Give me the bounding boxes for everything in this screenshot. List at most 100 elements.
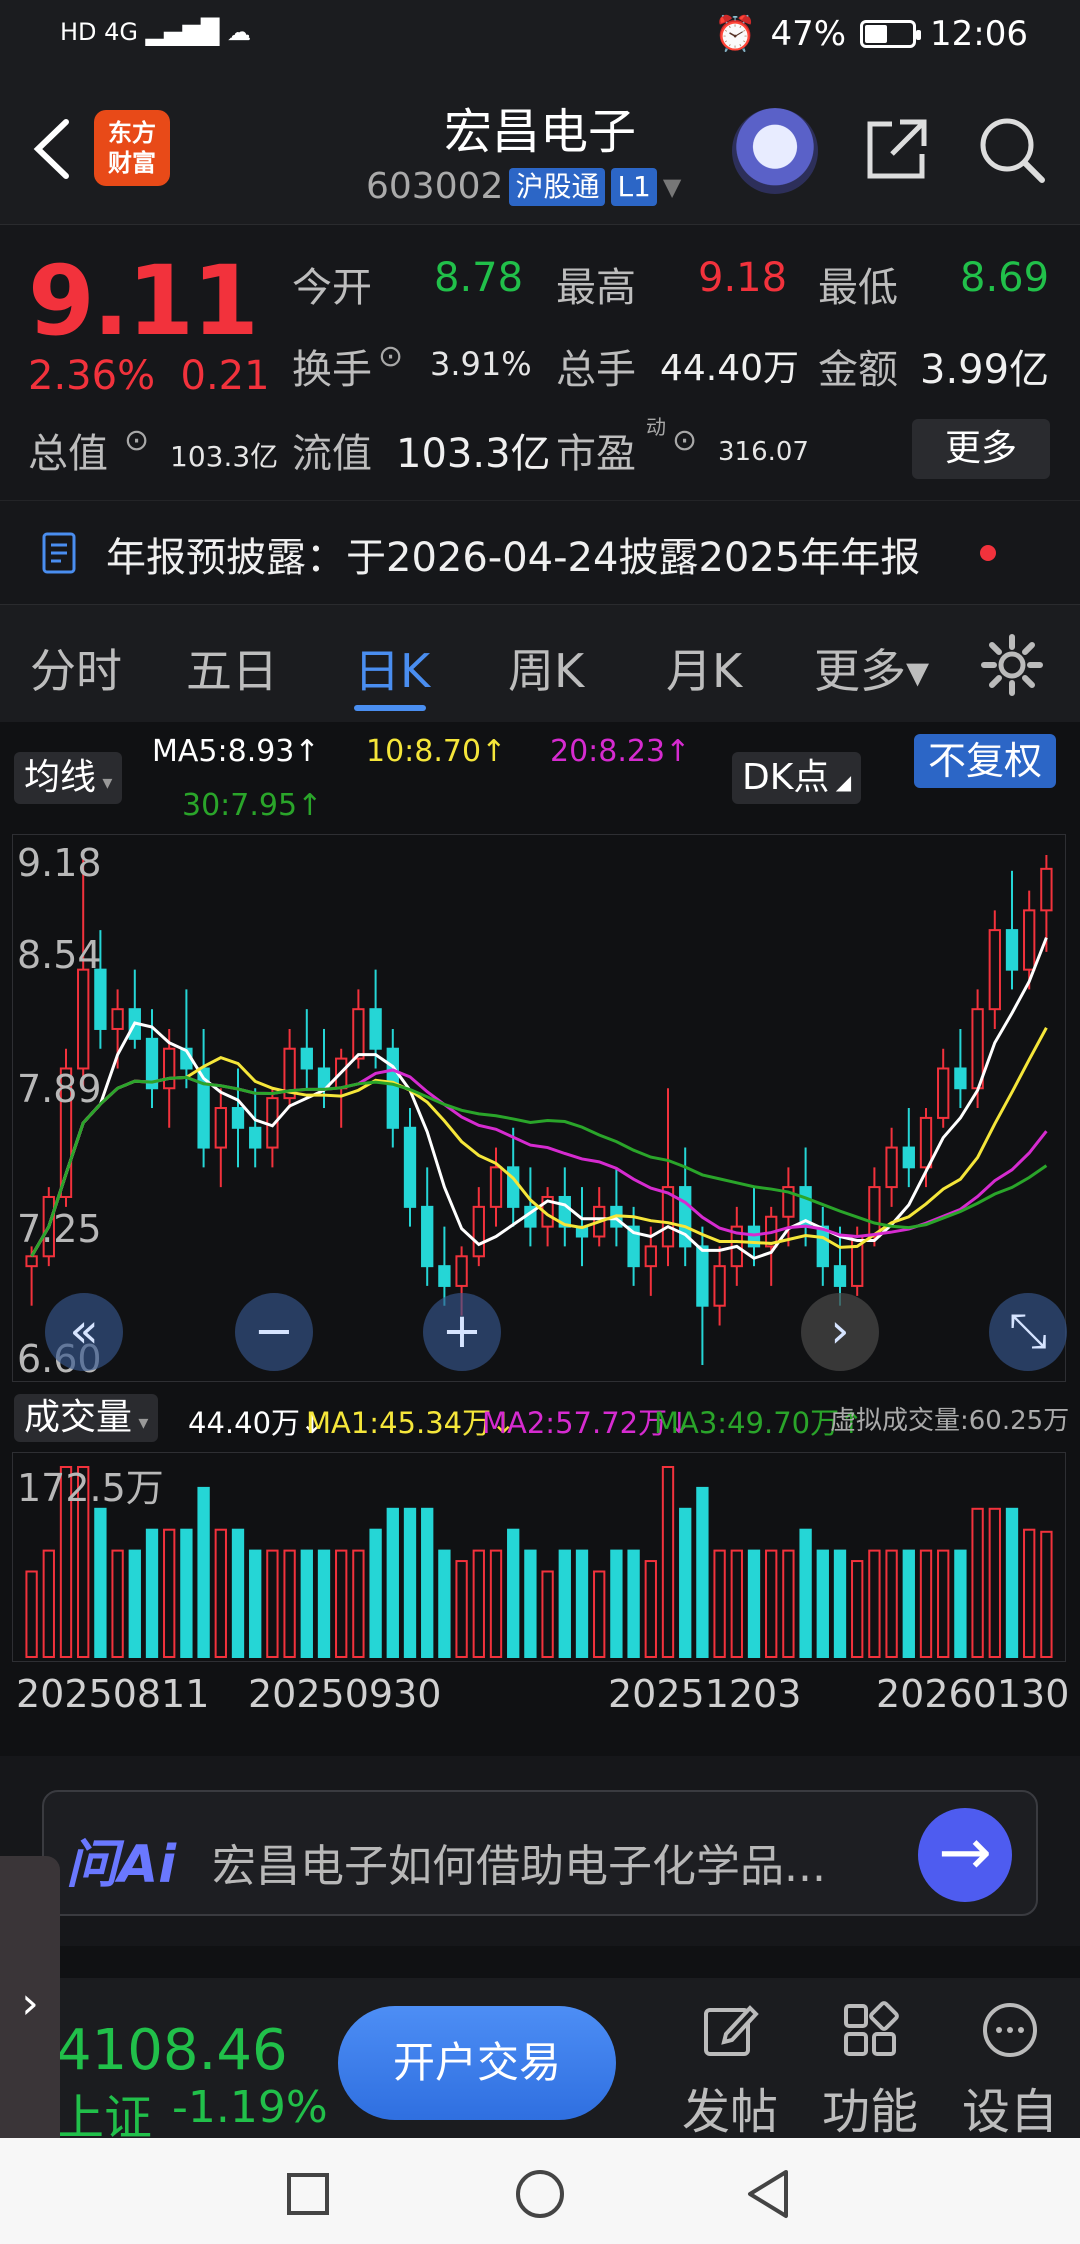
volume-bar [851, 1560, 864, 1658]
battery-icon [860, 20, 922, 48]
volume-bar [455, 1560, 468, 1658]
battery-percent: 47% [770, 14, 847, 54]
volume-bar [816, 1549, 829, 1658]
volume-bar [902, 1549, 915, 1658]
grid-icon [844, 2001, 899, 2056]
edit-icon [704, 2005, 759, 2056]
virtual-volume: 虚拟成交量:60.25万 [830, 1406, 1070, 1436]
amount-value: 3.99亿 [920, 347, 1050, 393]
candle [868, 1186, 881, 1238]
bottom-bar: 4108.46 上证 -1.19% 开户交易 发帖 功能 设自 [0, 1978, 1080, 2146]
candle [1005, 929, 1019, 971]
share-icon[interactable] [862, 114, 932, 184]
candle [833, 1265, 847, 1287]
clock: 12:06 [930, 14, 1028, 54]
tab-more[interactable]: 更多▾ [814, 635, 929, 701]
volume-bar [421, 1507, 434, 1658]
candle [386, 1047, 399, 1129]
info-icon[interactable]: ⊙ [672, 423, 697, 458]
status-bar: HD 4G ▂▄▆█ ☁ ⏰ 47% 12:06 [0, 0, 1080, 74]
next-button[interactable]: › [801, 1293, 879, 1371]
ai-send-button[interactable]: → [918, 1808, 1012, 1902]
zoom-in-button[interactable]: + [423, 1293, 501, 1371]
candle [472, 1205, 485, 1258]
rewind-button[interactable]: « [45, 1293, 123, 1371]
volume-bar [197, 1486, 210, 1659]
candle [489, 1166, 503, 1208]
ai-question-box[interactable]: 问Ai 宏昌电子如何借助电子化学品... → [42, 1790, 1038, 1916]
volume-chart[interactable]: 172.5万 [12, 1452, 1066, 1662]
mktcap-value: 103.3亿 [170, 440, 279, 473]
volume-bar [25, 1570, 38, 1658]
volume-bar [111, 1549, 124, 1658]
tab-intraday[interactable]: 分时 [30, 635, 122, 701]
gear-icon[interactable] [980, 633, 1044, 697]
unread-dot [980, 545, 996, 561]
info-icon[interactable]: ⊙ [124, 423, 149, 458]
pe-value: 316.07 [718, 437, 809, 467]
zoom-out-button[interactable]: − [235, 1293, 313, 1371]
tab-five-day[interactable]: 五日 [186, 635, 278, 701]
volume-bar [507, 1528, 520, 1658]
stock-code: 603002 [366, 166, 504, 207]
volume-bar [438, 1549, 451, 1658]
volume-bar [145, 1528, 159, 1658]
expand-icon[interactable]: ⤡ [989, 1293, 1067, 1371]
kline-chart[interactable]: 9.18 8.54 7.89 7.25 6.60 « − + › ⤡ [12, 834, 1067, 1382]
index-value[interactable]: 4108.46 [56, 2018, 288, 2083]
recents-icon[interactable] [286, 2172, 330, 2216]
stock-code-row[interactable]: 603002 沪股通 L1 ▼ [366, 166, 681, 207]
date-label: 20250930 [248, 1672, 442, 1716]
volume-bar [214, 1528, 227, 1658]
candle [403, 1126, 417, 1208]
more-button[interactable]: 更多 [912, 419, 1050, 479]
search-icon[interactable] [976, 114, 1048, 186]
tab-weekly-k[interactable]: 周K [508, 635, 584, 701]
ai-logo: 问Ai [66, 1835, 177, 1895]
open-label: 今开 [292, 265, 372, 311]
candle [369, 1008, 382, 1050]
volume-bar [610, 1549, 623, 1658]
announcement-bar[interactable]: 年报预披露：于2026-04-24披露2025年年报 [0, 500, 1080, 600]
candle [77, 968, 90, 1070]
candle [421, 1205, 434, 1268]
index-change[interactable]: -1.19% [172, 2082, 328, 2133]
high-value: 9.18 [698, 255, 788, 301]
date-label: 20250811 [16, 1672, 210, 1716]
ma-mode-select[interactable]: 均线 ▾ [14, 752, 123, 804]
y-tick: 7.89 [17, 1067, 102, 1111]
indicator-select[interactable]: 成交量 ▾ [14, 1394, 159, 1442]
ma-legend: 均线 ▾ MA5:8.93↑ 10:8.70↑ 20:8.23↑ 30:7.95… [0, 722, 1080, 832]
info-icon[interactable]: ⊙ [378, 339, 403, 374]
candle [94, 968, 107, 1030]
trade-button[interactable]: 开户交易 [338, 2006, 616, 2120]
candle [1040, 867, 1053, 912]
dk-point-button[interactable]: DK点 ◢ [732, 752, 862, 804]
home-icon[interactable] [514, 2168, 566, 2220]
turnover-label: 换手 [292, 347, 372, 393]
signal-icons: HD 4G ▂▄▆█ ☁ [60, 18, 252, 46]
robot-assistant-icon[interactable] [732, 108, 818, 194]
candle [885, 1146, 898, 1189]
post-button[interactable]: 发帖 [680, 2000, 780, 2142]
settings-button[interactable]: 设自 [960, 2000, 1060, 2142]
ai-question: 宏昌电子如何借助电子化学品... [212, 1841, 826, 1892]
side-drawer-handle[interactable]: › [0, 1856, 60, 2152]
active-tab-indicator [354, 705, 426, 711]
candle [300, 1047, 313, 1070]
amount-label: 金额 [818, 347, 898, 393]
volume-bar [644, 1560, 657, 1658]
volume-max-label: 172.5万 [17, 1466, 164, 1510]
tab-monthly-k[interactable]: 月K [666, 635, 742, 701]
pe-label: 市盈 [556, 431, 636, 477]
tab-daily-k[interactable]: 日K [354, 635, 430, 701]
volume-bar [1023, 1528, 1036, 1658]
candle [25, 1255, 38, 1268]
price-change: 2.36% 0.21 [28, 353, 270, 399]
back-nav-icon[interactable] [744, 2168, 792, 2220]
adjust-button[interactable]: 不复权 [914, 734, 1057, 788]
volume-value: 44.40万 [660, 348, 800, 389]
volume-bar [627, 1549, 640, 1658]
candle [919, 1116, 933, 1169]
function-button[interactable]: 功能 [820, 2000, 920, 2142]
